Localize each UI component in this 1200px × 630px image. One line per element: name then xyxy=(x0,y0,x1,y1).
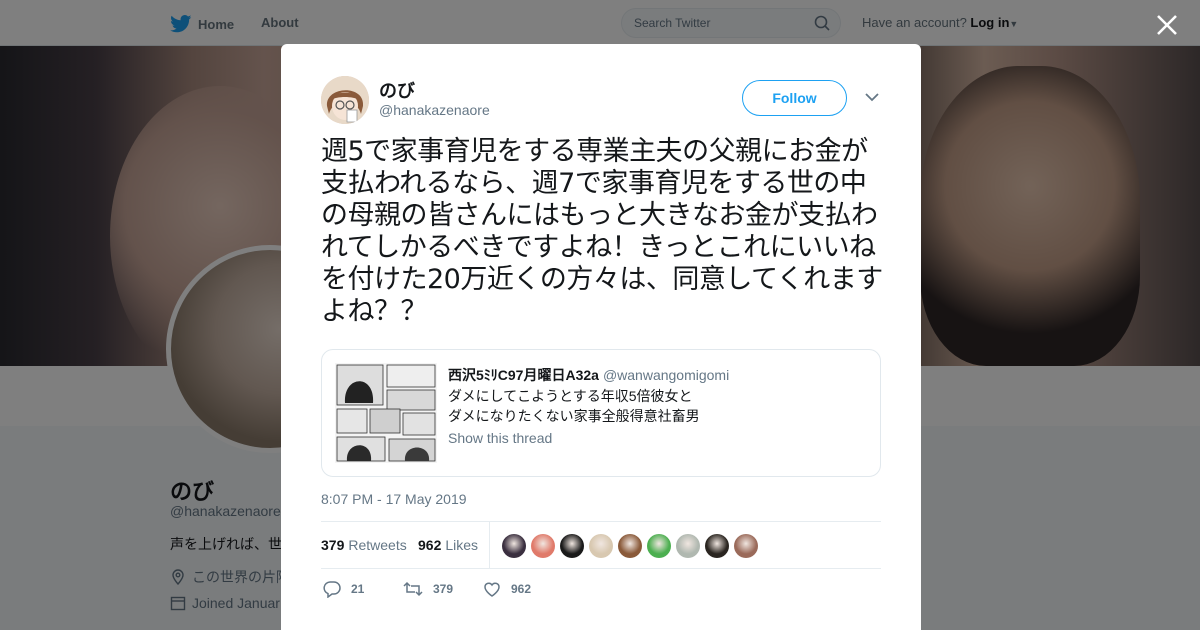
quoted-tweet-card[interactable]: 西沢5ﾐﾘC97月曜日A32a @wanwangomigomi ダメにしてこようと… xyxy=(321,349,881,477)
liker-avatar[interactable] xyxy=(560,534,584,558)
liker-avatar[interactable] xyxy=(618,534,642,558)
reply-button[interactable]: 21 xyxy=(323,580,364,598)
retweets-count: 379 xyxy=(321,537,345,553)
stats-divider xyxy=(489,522,490,569)
follow-button[interactable]: Follow xyxy=(742,80,847,116)
like-count-action: 962 xyxy=(511,582,532,596)
liker-avatar[interactable] xyxy=(676,534,700,558)
heart-icon xyxy=(484,582,500,597)
retweet-count-action: 379 xyxy=(433,582,454,596)
like-button[interactable]: 962 xyxy=(483,580,531,598)
liker-avatar[interactable] xyxy=(734,534,758,558)
chevron-down-icon[interactable] xyxy=(865,92,879,102)
close-icon[interactable] xyxy=(1154,12,1180,38)
retweets-stat[interactable]: 379 Retweets xyxy=(321,537,407,553)
quoted-tweet-thumbnail xyxy=(335,363,437,463)
reply-icon xyxy=(323,581,341,598)
quoted-author-handle: @wanwangomigomi xyxy=(602,367,730,383)
quoted-author-name: 西沢5ﾐﾘC97月曜日A32a xyxy=(448,367,599,383)
likes-count: 962 xyxy=(418,537,442,553)
author-avatar[interactable] xyxy=(321,76,369,124)
quoted-text-line-2: ダメになりたくない家事全般得意社畜男 xyxy=(448,408,700,424)
author-name[interactable]: のび xyxy=(379,77,415,103)
tweet-text: 週5で家事育児をする専業主夫の父親にお金が支払われるなら、週7で家事育児をする世… xyxy=(321,136,883,327)
liker-avatar[interactable] xyxy=(705,534,729,558)
liker-avatar[interactable] xyxy=(589,534,613,558)
tweet-stats: 379 Retweets 962 Likes xyxy=(321,521,881,569)
liker-avatar[interactable] xyxy=(502,534,526,558)
liker-avatar[interactable] xyxy=(531,534,555,558)
show-thread-link[interactable]: Show this thread xyxy=(448,430,552,446)
retweet-icon xyxy=(403,581,423,597)
quoted-text-line-1: ダメにしてこようとする年収5倍彼女と xyxy=(448,388,693,404)
reply-count: 21 xyxy=(351,582,365,596)
tweet-modal: のび @hanakazenaore Follow 週5で家事育児をする専業主夫の… xyxy=(281,44,921,630)
likes-label: Likes xyxy=(445,537,479,553)
retweets-label: Retweets xyxy=(348,537,407,553)
quoted-author[interactable]: 西沢5ﾐﾘC97月曜日A32a @wanwangomigomi xyxy=(448,365,729,385)
retweet-button[interactable]: 379 xyxy=(403,580,453,598)
manga-thumbnail-image xyxy=(335,363,437,463)
tweet-actions: 21 379 962 xyxy=(321,580,881,600)
liker-avatar[interactable] xyxy=(647,534,671,558)
author-handle[interactable]: @hanakazenaore xyxy=(379,102,490,118)
author-avatar-illustration xyxy=(321,76,369,124)
tweet-timestamp[interactable]: 8:07 PM - 17 May 2019 xyxy=(321,491,467,507)
likes-stat[interactable]: 962 Likes xyxy=(418,537,478,553)
